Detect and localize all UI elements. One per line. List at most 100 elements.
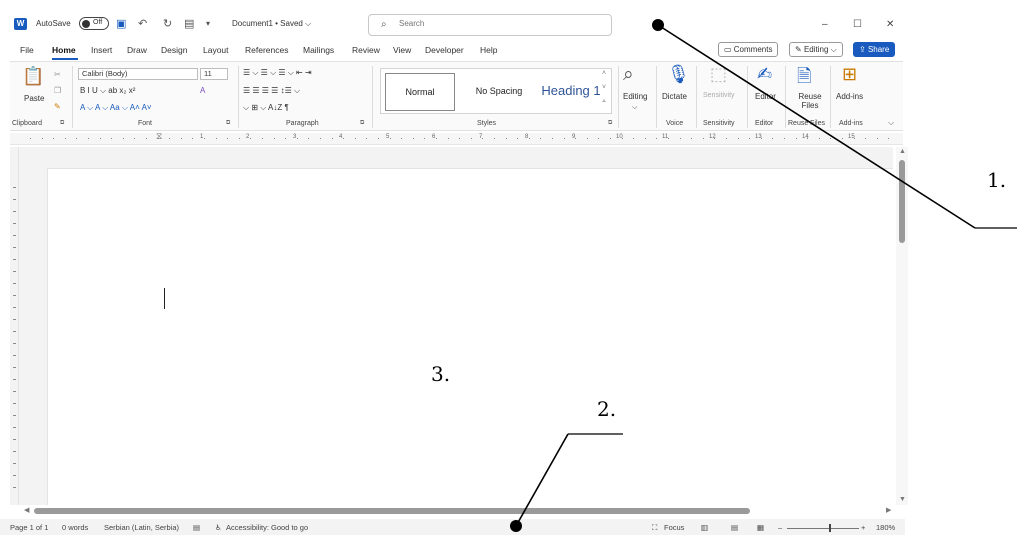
zoom-out-button[interactable]: – [778,523,782,532]
font-launcher-icon[interactable]: ⧉ [226,120,230,127]
ruler-tick [749,138,750,139]
reuse-files-icon[interactable]: 🗎 [797,64,811,94]
proofing-icon[interactable]: ▤ [193,523,200,532]
document-page[interactable] [47,168,893,505]
document-title[interactable]: Document1 • Saved ⌵ [232,19,311,29]
ruler-tick [575,138,576,139]
reuse-files-button[interactable]: Reuse Files [794,92,826,110]
redo-icon[interactable]: ↻ [163,17,172,30]
new-document-icon[interactable]: ▤ [184,17,194,30]
maximize-button[interactable]: ☐ [853,19,862,30]
find-icon[interactable]: ⌕ [623,64,634,86]
tab-file[interactable]: File [20,45,34,55]
tab-insert[interactable]: Insert [91,45,112,55]
ruler-tick [622,138,623,139]
zoom-slider-thumb[interactable] [829,524,831,532]
scroll-down-icon[interactable]: ▼ [899,496,906,503]
paste-label[interactable]: Paste [24,94,44,103]
tab-design[interactable]: Design [161,45,187,55]
tab-review[interactable]: Review [352,45,380,55]
tab-draw[interactable]: Draw [127,45,147,55]
shading-sort-row[interactable]: ⌵ ⊞ ⌵ A↓Z ¶ [243,103,289,113]
close-button[interactable]: ✕ [886,19,894,30]
vertical-scrollbar-thumb[interactable] [899,160,905,243]
vertical-ruler[interactable] [10,147,19,505]
editor-icon[interactable]: ✍ [757,64,772,85]
styles-launcher-icon[interactable]: ⧉ [608,120,612,127]
tab-layout[interactable]: Layout [203,45,229,55]
web-layout-icon[interactable]: ▦ [757,523,764,532]
minimize-button[interactable]: – [822,19,828,30]
tab-home[interactable]: Home [52,45,76,55]
microphone-icon[interactable]: 🎙 [667,64,690,85]
save-icon[interactable]: ▣ [116,17,126,30]
undo-icon[interactable]: ↶ [138,17,147,30]
styles-more-icon[interactable]: ⩡ [602,98,606,106]
tab-help[interactable]: Help [480,45,497,55]
zoom-in-button[interactable]: + [861,523,865,532]
accessibility-status[interactable]: Accessibility: Good to go [226,523,308,532]
tab-developer[interactable]: Developer [425,45,464,55]
ruler-tick [181,138,182,139]
ruler-tick [343,138,344,139]
clipboard-launcher-icon[interactable]: ⧉ [60,120,64,127]
ruler-tick [668,138,669,139]
styles-scroll-down-icon[interactable]: ˅ [602,84,606,91]
autosave-toggle[interactable]: Off [79,17,109,30]
focus-mode-button[interactable]: Focus [664,523,684,532]
font-size-select[interactable]: 11 [200,68,228,80]
font-format-row[interactable]: B I U ⌵ ab x₂ x² [80,86,135,96]
ruler-tick [413,138,414,139]
comments-label: Comments [733,45,773,54]
styles-scroll-up-icon[interactable]: ˄ [602,70,606,77]
scroll-up-icon[interactable]: ▲ [899,148,906,155]
vertical-ruler-tick [13,331,16,332]
language-indicator[interactable]: Serbian (Latin, Serbia) [104,523,179,532]
indent-marker-icon[interactable]: ⧖ [156,131,162,142]
comments-button[interactable]: ▭ Comments [718,42,779,57]
editing-label[interactable]: Editing [623,92,647,101]
search-box[interactable]: ⌕ [368,14,612,36]
scroll-left-icon[interactable]: ◀ [24,506,29,514]
ruler-tick [854,138,855,139]
format-painter-icon[interactable]: ✎ [54,102,61,111]
horizontal-scrollbar-thumb[interactable] [34,508,750,514]
clear-formatting-icon[interactable]: A [200,86,205,95]
print-layout-icon[interactable]: ▤ [731,523,738,532]
paste-icon[interactable]: 📋 [22,66,44,87]
zoom-level[interactable]: 180% [876,523,895,532]
add-ins-icon[interactable]: ⊞ [842,64,857,85]
font-color-row[interactable]: A ⌵ A ⌵ Aa ⌵ A˄ A˅ [80,103,152,113]
dictate-button[interactable]: Dictate [662,92,687,101]
editing-dropdown-icon[interactable]: ⌵ [632,104,637,112]
horizontal-ruler[interactable]: 1 2 3 4 5 6 7 8 9 10 11 12 13 14 15 ⧖ [10,131,903,145]
add-ins-button[interactable]: Add-ins [836,92,863,101]
style-normal[interactable]: Normal [385,73,455,111]
share-label: Share [867,45,890,54]
tab-mailings[interactable]: Mailings [303,45,334,55]
editing-mode-button[interactable]: ✎ Editing ⌵ [789,42,843,57]
word-count[interactable]: 0 words [62,523,88,532]
vertical-ruler-tick [13,439,16,440]
style-heading-1[interactable]: Heading 1 [533,69,609,115]
editor-button[interactable]: Editor [755,92,776,101]
customize-toolbar-icon[interactable]: ▾ [206,19,210,28]
tab-view[interactable]: View [393,45,411,55]
ruler-tick [378,138,379,139]
font-name-select[interactable]: Calibri (Body) [78,68,198,80]
ruler-tick [506,138,507,139]
list-buttons-row[interactable]: ☰ ⌵ ☰ ⌵ ☰ ⌵ ⇤ ⇥ [243,68,312,78]
collapse-ribbon-icon[interactable]: ⌵ [888,118,894,128]
read-mode-icon[interactable]: ▥ [701,523,708,532]
zoom-slider-track[interactable] [787,528,859,529]
alignment-buttons-row[interactable]: ☰ ☰ ☰ ☰ ↕☰ ⌵ [243,86,300,96]
cut-icon[interactable]: ✂ [54,70,61,79]
tab-references[interactable]: References [245,45,288,55]
share-button[interactable]: ⇪ Share [853,42,896,57]
style-no-spacing[interactable]: No Spacing [461,69,537,115]
page-count[interactable]: Page 1 of 1 [10,523,48,532]
scroll-right-icon[interactable]: ▶ [886,506,891,514]
paragraph-launcher-icon[interactable]: ⧉ [360,120,364,127]
copy-icon[interactable]: ❐ [54,86,61,95]
search-input[interactable] [399,19,599,28]
